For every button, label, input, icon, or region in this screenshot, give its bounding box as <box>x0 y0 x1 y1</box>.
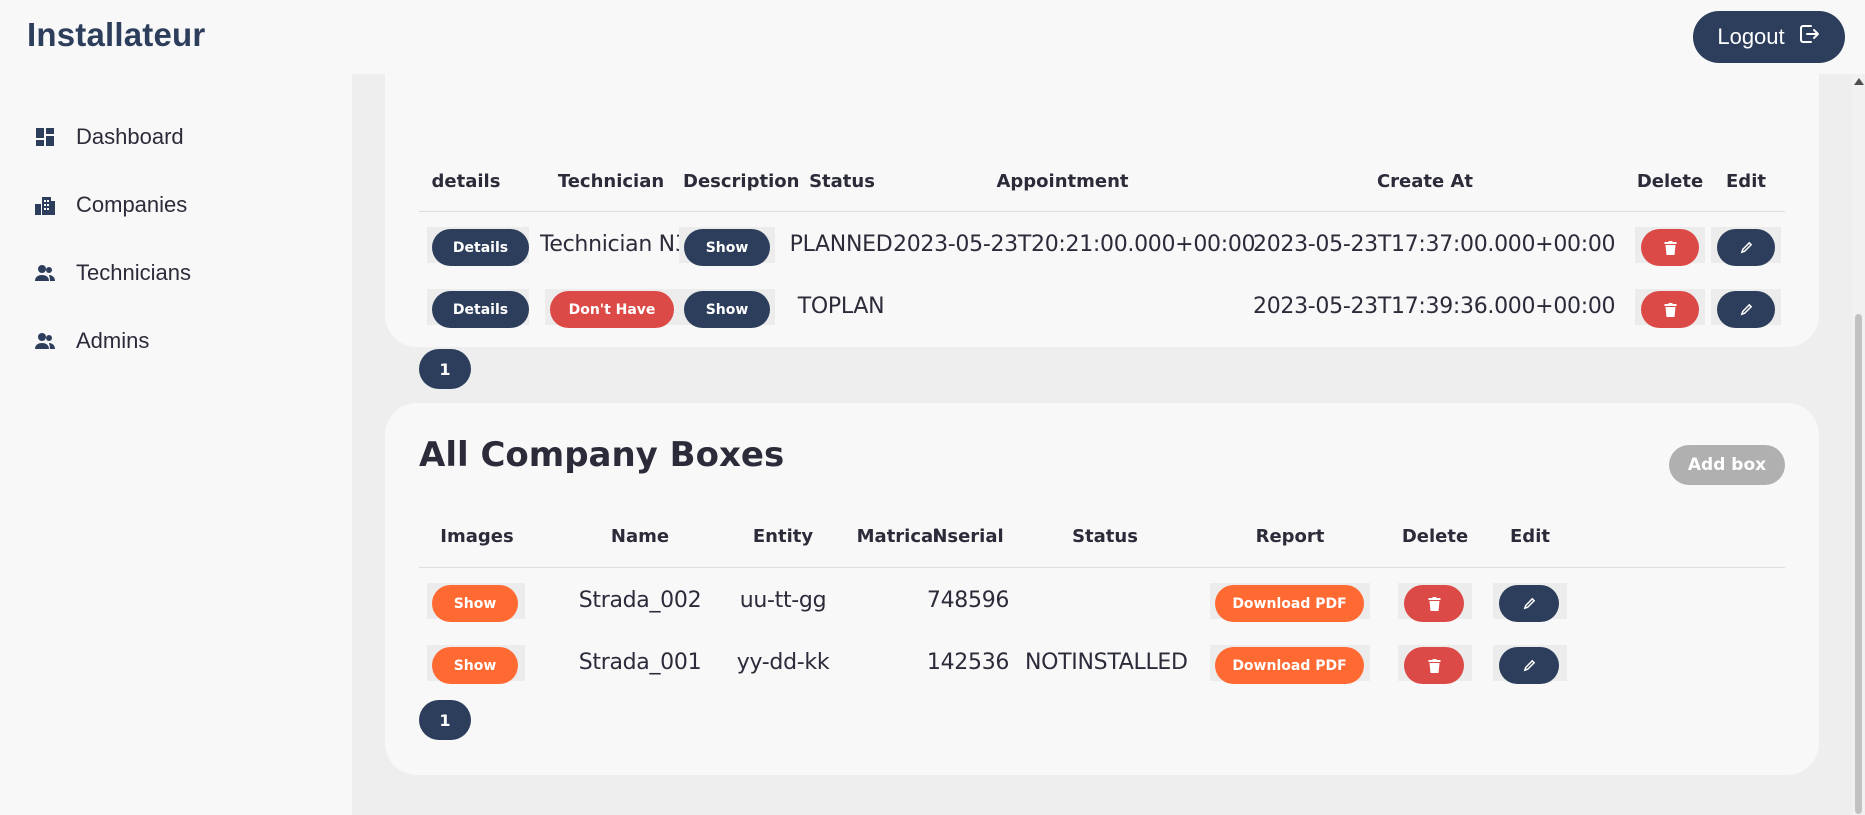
column-header-status: Status <box>809 171 875 192</box>
delete-button[interactable] <box>1404 585 1464 622</box>
entity-cell: uu-tt-gg <box>739 588 827 613</box>
add-box-button[interactable]: Add box <box>1669 445 1785 485</box>
top-bar: Installateur Logout <box>0 0 1865 74</box>
status-cell: NOTINSTALLED <box>1025 650 1188 675</box>
create-at-cell: 2023-05-23T17:37:00.000+00:00 <box>1253 232 1616 257</box>
name-cell: Strada_002 <box>578 588 702 613</box>
status-cell: TOPLAN <box>797 294 885 319</box>
nserial-cell: 748596 <box>926 588 1010 613</box>
pagination-page-button[interactable]: 1 <box>419 700 471 740</box>
download-pdf-button[interactable]: Download PDF <box>1215 585 1364 622</box>
show-description-button[interactable]: Show <box>684 229 770 266</box>
column-header-edit: Edit <box>1726 171 1766 192</box>
sidebar-item-technicians[interactable]: Technicians <box>34 253 191 293</box>
dashboard-icon <box>34 126 56 148</box>
column-header-technician: Technician <box>557 171 665 192</box>
trash-icon <box>1664 240 1676 255</box>
pencil-icon <box>1523 659 1535 672</box>
edit-button[interactable] <box>1717 229 1775 266</box>
sidebar-item-admins[interactable]: Admins <box>34 321 149 361</box>
delete-button[interactable] <box>1404 647 1464 684</box>
column-header-delete: Delete <box>1636 171 1704 192</box>
details-button[interactable]: Details <box>432 229 529 266</box>
sidebar-item-dashboard[interactable]: Dashboard <box>34 117 184 157</box>
header-divider <box>419 211 1785 212</box>
company-boxes-card: All Company Boxes Add box Images Name En… <box>385 403 1819 775</box>
name-cell: Strada_001 <box>578 650 702 675</box>
column-header-images: Images <box>440 526 514 547</box>
trash-icon <box>1664 302 1676 317</box>
show-images-button[interactable]: Show <box>432 647 518 684</box>
sidebar: Dashboard Companies Technicians Admins <box>0 74 352 815</box>
trash-icon <box>1428 596 1440 611</box>
section-title: All Company Boxes <box>419 435 785 475</box>
column-header-appointment: Appointment <box>996 171 1129 192</box>
sidebar-item-label: Admins <box>76 328 150 353</box>
column-header-entity: Entity <box>752 526 814 547</box>
vertical-scrollbar[interactable] <box>1852 74 1865 815</box>
building-icon <box>34 194 56 216</box>
logout-icon <box>1797 22 1821 52</box>
technician-cell: Technician N3 <box>540 232 689 257</box>
delete-button[interactable] <box>1641 291 1699 328</box>
header-divider <box>419 567 1785 568</box>
main-content: details Technician Description Status Ap… <box>352 74 1852 815</box>
column-header-details: details <box>431 171 501 192</box>
column-header-create-at: Create At <box>1376 171 1474 192</box>
show-images-button[interactable]: Show <box>432 585 518 622</box>
logout-button[interactable]: Logout <box>1693 11 1845 63</box>
users-icon <box>34 330 56 352</box>
interventions-card: details Technician Description Status Ap… <box>385 74 1819 389</box>
column-header-delete: Delete <box>1401 526 1469 547</box>
nserial-cell: 142536 <box>926 650 1010 675</box>
appointment-cell: 2023-05-23T20:21:00.000+00:00 <box>893 232 1256 257</box>
pencil-icon <box>1740 241 1752 254</box>
sidebar-item-companies[interactable]: Companies <box>34 185 187 225</box>
pencil-icon <box>1740 303 1752 316</box>
logout-label: Logout <box>1717 24 1785 49</box>
sidebar-item-label: Companies <box>76 192 188 217</box>
edit-button[interactable] <box>1499 585 1559 622</box>
column-header-status: Status <box>1072 526 1138 547</box>
pencil-icon <box>1523 597 1535 610</box>
edit-button[interactable] <box>1717 291 1775 328</box>
column-header-name: Name <box>610 526 670 547</box>
pagination-page-button[interactable]: 1 <box>419 349 471 389</box>
show-description-button[interactable]: Show <box>684 291 770 328</box>
column-header-description: Description <box>683 171 800 192</box>
column-header-report: Report <box>1255 526 1325 547</box>
create-at-cell: 2023-05-23T17:39:36.000+00:00 <box>1253 294 1616 319</box>
trash-icon <box>1428 658 1440 673</box>
sidebar-item-label: Technicians <box>76 260 191 285</box>
download-pdf-button[interactable]: Download PDF <box>1215 647 1364 684</box>
app-title: Installateur <box>27 16 206 53</box>
details-button[interactable]: Details <box>432 291 529 328</box>
status-cell: PLANNED <box>789 232 893 257</box>
no-technician-badge: Don't Have <box>550 291 674 328</box>
edit-button[interactable] <box>1499 647 1559 684</box>
column-header-edit: Edit <box>1510 526 1550 547</box>
scrollbar-thumb[interactable] <box>1855 314 1862 814</box>
delete-button[interactable] <box>1641 229 1699 266</box>
column-header-nserial: Nserial <box>932 526 1004 547</box>
sidebar-item-label: Dashboard <box>76 124 184 149</box>
users-icon <box>34 262 56 284</box>
entity-cell: yy-dd-kk <box>736 650 830 675</box>
scroll-up-icon[interactable] <box>1854 78 1864 85</box>
